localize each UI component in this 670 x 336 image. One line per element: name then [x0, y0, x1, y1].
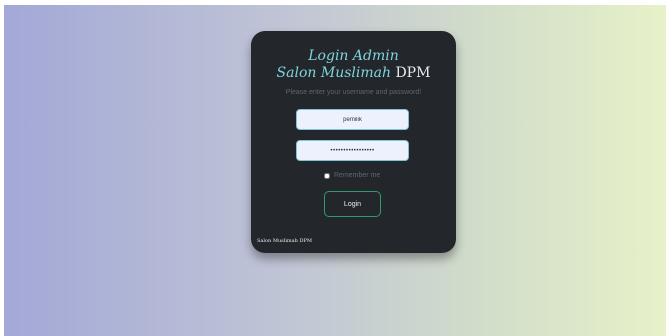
username-input[interactable] [296, 109, 409, 130]
remember-me-row: Remember me [324, 172, 380, 179]
page-background: Login Admin Salon Muslimah DPM Please en… [4, 5, 666, 336]
salon-name: Salon Muslimah [276, 65, 391, 81]
login-card: Login Admin Salon Muslimah DPM Please en… [251, 31, 456, 253]
remember-me-checkbox[interactable] [324, 172, 330, 179]
salon-title: Salon Muslimah DPM [251, 65, 456, 82]
login-instructions: Please enter your username and password! [285, 89, 422, 96]
login-button[interactable]: Login [324, 191, 381, 217]
footer-brand: Salon Muslimah DPM [257, 238, 312, 244]
password-input[interactable] [296, 140, 409, 161]
salon-suffix: DPM [391, 65, 431, 81]
remember-me-label[interactable]: Remember me [334, 172, 380, 179]
login-title: Login Admin [308, 48, 399, 64]
